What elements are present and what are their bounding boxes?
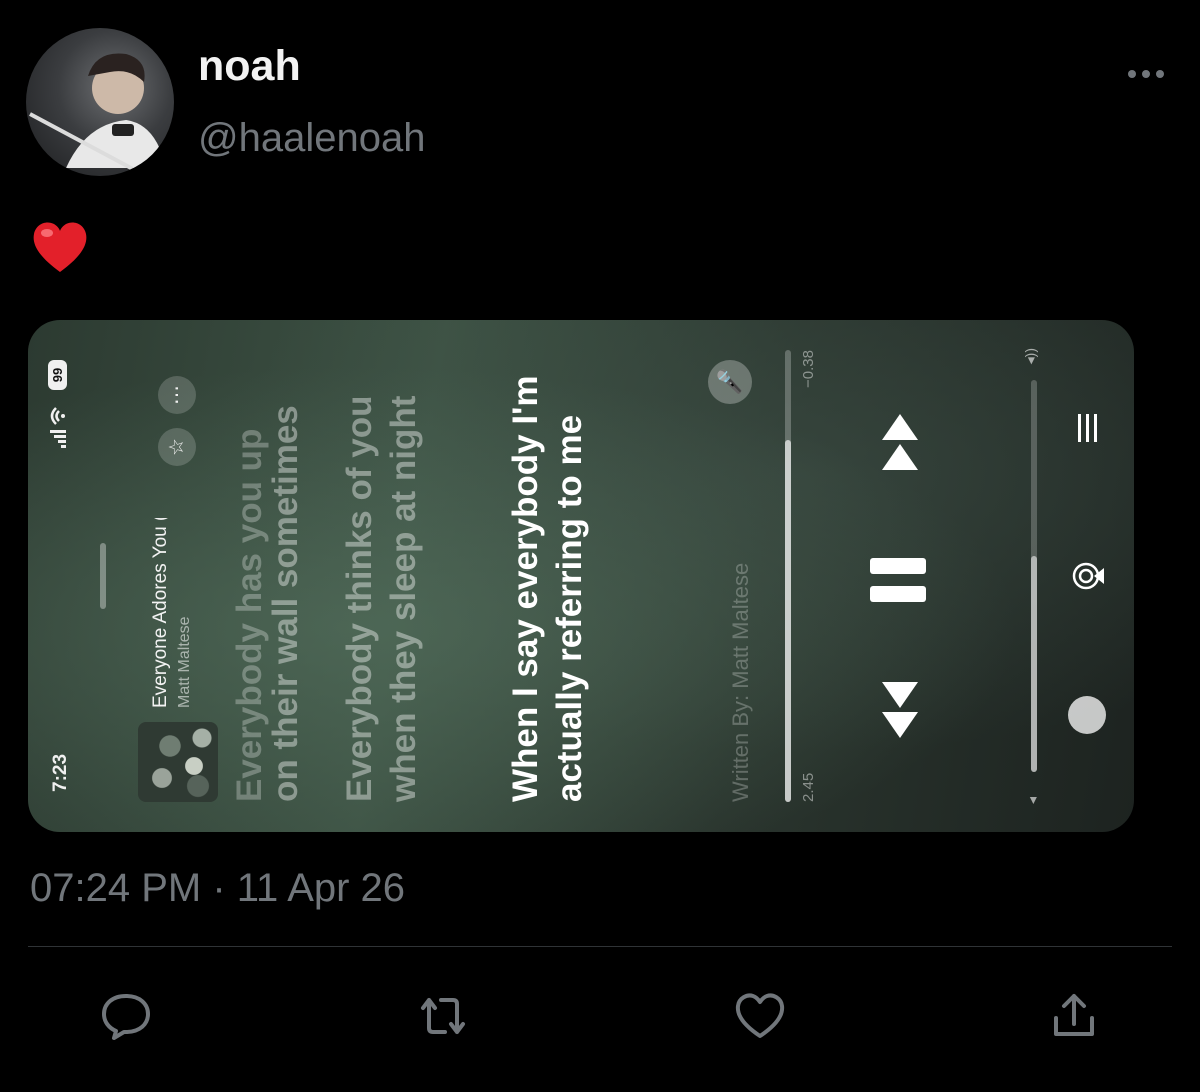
favorite-star-icon: ☆ (158, 428, 196, 466)
album-art (138, 722, 218, 802)
elapsed-time: 2.45 (800, 772, 817, 802)
tweet-timestamp[interactable]: 07:24 PM · 11 Apr 26 (30, 866, 405, 911)
phone-screenshot: 7:23 99 Everyone Adores You (At L Matt M… (28, 320, 1134, 832)
reply-icon[interactable] (98, 990, 154, 1042)
remaining-time: −0.38 (800, 350, 817, 388)
pause-icon (870, 558, 926, 602)
lyrics-mic-icon: 🎤 (708, 360, 752, 404)
divider (28, 946, 1172, 947)
handle[interactable]: @haalenoah (198, 116, 425, 161)
lyric-line-active: When I say everybody I'm actually referr… (506, 375, 589, 802)
like-icon[interactable] (732, 990, 788, 1042)
rewind-icon (882, 682, 918, 738)
volume-low-icon: ◂ (1024, 796, 1040, 804)
display-name[interactable]: noah (198, 42, 301, 91)
media-image[interactable]: 7:23 99 Everyone Adores You (At L Matt M… (28, 320, 1134, 832)
airplay-icon (1072, 562, 1104, 590)
volume-high-icon: ◂)) (1022, 348, 1038, 365)
retweet-icon[interactable] (415, 990, 471, 1042)
lyrics-quote-icon (1068, 696, 1106, 734)
song-artist: Matt Maltese (176, 616, 193, 708)
fast-forward-icon (882, 414, 918, 470)
heart-emoji (30, 218, 90, 276)
progress-fill (785, 440, 791, 802)
more-horizontal-icon[interactable] (1122, 60, 1170, 88)
song-title: Everyone Adores You (At L (150, 518, 171, 708)
signal-wifi-icon (50, 407, 66, 448)
share-icon[interactable] (1046, 990, 1102, 1042)
song-more-icon: ⋯ (158, 376, 196, 414)
status-time: 7:23 (50, 753, 71, 792)
volume-fill (1031, 556, 1037, 772)
progress-bar (785, 350, 791, 802)
avatar[interactable] (26, 28, 174, 176)
sheet-grabber (100, 543, 106, 609)
volume-slider (1031, 380, 1037, 772)
lyric-line: Everybody thinks of you when they sleep … (340, 395, 423, 802)
queue-list-icon (1078, 414, 1097, 442)
lyric-line: on their wall sometimes (266, 405, 305, 802)
battery-indicator: 99 (48, 360, 67, 390)
songwriter-credit: Written By: Matt Maltese (728, 562, 753, 802)
